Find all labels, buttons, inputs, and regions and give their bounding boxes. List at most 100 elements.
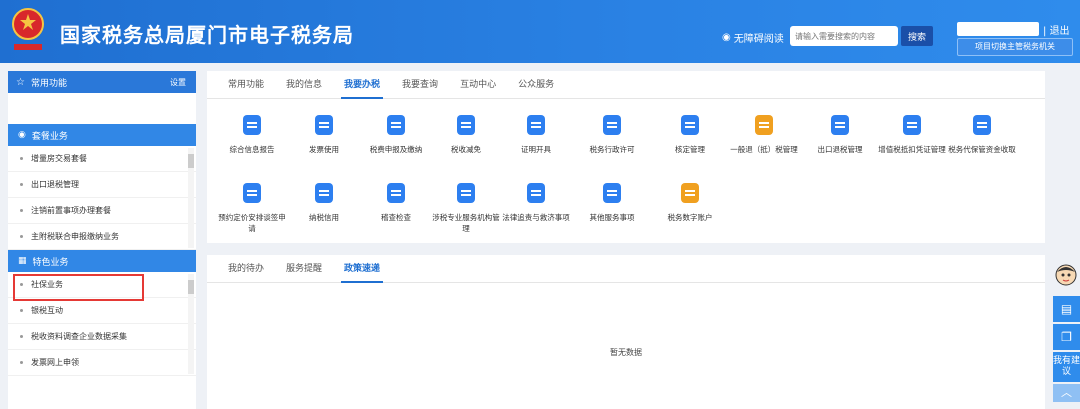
logout-link[interactable]: | 退出 bbox=[1043, 22, 1070, 37]
service-icon bbox=[243, 115, 261, 135]
service-icon bbox=[755, 115, 773, 135]
star-icon: ☆ bbox=[16, 76, 25, 88]
back-to-top-icon[interactable]: ︿ bbox=[1053, 384, 1080, 402]
service-item[interactable]: 增值税抵扣凭证管理 bbox=[875, 113, 949, 155]
service-label: 核定管理 bbox=[675, 145, 705, 154]
tab-todo[interactable]: 我的待办 bbox=[217, 255, 275, 282]
service-label: 税务代保管资金收取 bbox=[948, 145, 1016, 154]
service-item[interactable]: 涉税专业服务机构管理 bbox=[429, 181, 503, 234]
top-tabs: 常用功能 我的信息 我要办税 我要查询 互动中心 公众服务 bbox=[207, 71, 1045, 99]
service-item[interactable]: 预约定价安排谈签申请 bbox=[215, 181, 289, 234]
sidebar-item[interactable]: 出口退税管理 bbox=[8, 172, 196, 198]
service-icon bbox=[315, 115, 333, 135]
service-label: 税费申报及缴纳 bbox=[369, 145, 423, 154]
service-icon bbox=[457, 183, 475, 203]
service-icon bbox=[903, 115, 921, 135]
service-label: 纳税信用 bbox=[309, 213, 339, 222]
sidebar-item-label: 发票网上申领 bbox=[31, 358, 79, 367]
service-item[interactable]: 出口退税管理 bbox=[803, 113, 877, 155]
grid-icon: ▦ bbox=[18, 256, 27, 266]
package-scrollbar[interactable] bbox=[188, 148, 194, 248]
sidebar: ☆ 常用功能 设置 ◉ 套餐业务 增量房交易套餐 出口退税管理 注销前置事项办理… bbox=[8, 71, 196, 409]
service-item[interactable]: 法律追责与救济事项 bbox=[499, 181, 573, 223]
service-item[interactable]: 税务代保管资金收取 bbox=[945, 113, 1019, 155]
service-item[interactable]: 税务数字账户 bbox=[653, 181, 727, 223]
special-section-title: 特色业务 bbox=[32, 257, 69, 268]
service-item[interactable]: 其他服务事项 bbox=[575, 181, 649, 223]
service-label: 发票使用 bbox=[309, 145, 339, 154]
sidebar-item[interactable]: 税收资料调查企业数据采集 bbox=[8, 324, 196, 350]
tab-query[interactable]: 我要查询 bbox=[391, 71, 449, 98]
tab-common[interactable]: 常用功能 bbox=[217, 71, 275, 98]
service-icon bbox=[527, 115, 545, 135]
service-icon bbox=[831, 115, 849, 135]
service-icon bbox=[603, 115, 621, 135]
service-label: 税收减免 bbox=[451, 145, 481, 154]
tax-emblem-icon bbox=[12, 8, 44, 50]
service-item[interactable]: 核定管理 bbox=[653, 113, 727, 155]
service-label: 一般退（抵）税管理 bbox=[730, 145, 798, 154]
service-label: 税务行政许可 bbox=[589, 145, 635, 154]
common-functions-title: 常用功能 bbox=[30, 78, 67, 89]
special-section-header[interactable]: ▦ 特色业务 bbox=[8, 250, 196, 272]
service-icon bbox=[457, 115, 475, 135]
bottom-tabs: 我的待办 服务提醒 政策速递 bbox=[207, 255, 1045, 283]
service-item[interactable]: 综合信息报告 bbox=[215, 113, 289, 155]
sidebar-item[interactable]: 发票网上申领 bbox=[8, 350, 196, 376]
tab-interaction[interactable]: 互动中心 bbox=[449, 71, 507, 98]
tab-policy[interactable]: 政策速递 bbox=[333, 255, 391, 283]
service-icon bbox=[243, 183, 261, 203]
tab-reminder[interactable]: 服务提醒 bbox=[275, 255, 333, 282]
empty-message: 暂无数据 bbox=[610, 348, 642, 357]
notice-panel: 我的待办 服务提醒 政策速递 暂无数据 bbox=[207, 255, 1045, 409]
sidebar-item-label: 增量房交易套餐 bbox=[31, 154, 87, 163]
sidebar-item-label: 主附税联合申报缴纳业务 bbox=[31, 232, 119, 241]
mascot-icon[interactable] bbox=[1053, 262, 1080, 290]
services-panel: 常用功能 我的信息 我要办税 我要查询 互动中心 公众服务 综合信息报告 发票使用… bbox=[207, 71, 1045, 243]
sidebar-item-label: 注销前置事项办理套餐 bbox=[31, 206, 111, 215]
service-item[interactable]: 税费申报及缴纳 bbox=[359, 113, 433, 155]
package-section-header[interactable]: ◉ 套餐业务 bbox=[8, 124, 196, 146]
service-icon bbox=[387, 183, 405, 203]
tab-tax-handling[interactable]: 我要办税 bbox=[333, 71, 391, 99]
tab-my-info[interactable]: 我的信息 bbox=[275, 71, 333, 98]
user-name-field bbox=[957, 22, 1039, 36]
window-icon[interactable]: ❐ bbox=[1053, 324, 1080, 350]
accessibility-label: 无障碍阅读 bbox=[733, 34, 784, 45]
service-item[interactable]: 税务行政许可 bbox=[575, 113, 649, 155]
sidebar-item[interactable]: 增量房交易套餐 bbox=[8, 146, 196, 172]
service-icon bbox=[603, 183, 621, 203]
service-label: 综合信息报告 bbox=[229, 145, 275, 154]
search-input[interactable] bbox=[790, 26, 898, 46]
suggestion-button[interactable]: 我有建议 bbox=[1053, 352, 1080, 382]
sidebar-item[interactable]: 主附税联合申报缴纳业务 bbox=[8, 224, 196, 250]
switch-authority-button[interactable]: 项目切换主管税务机关 bbox=[957, 38, 1073, 56]
service-item[interactable]: 一般退（抵）税管理 bbox=[727, 113, 801, 155]
service-item[interactable]: 发票使用 bbox=[287, 113, 361, 155]
service-item[interactable]: 证明开具 bbox=[499, 113, 573, 155]
header: 国家税务总局厦门市电子税务局 ◉ 无障碍阅读 搜索 | 退出 项目切换主管税务机… bbox=[0, 0, 1080, 63]
settings-link[interactable]: 设置 bbox=[170, 77, 186, 88]
accessibility-link[interactable]: ◉ 无障碍阅读 bbox=[722, 30, 784, 45]
search-button[interactable]: 搜索 bbox=[901, 26, 933, 46]
service-label: 税务数字账户 bbox=[667, 213, 713, 222]
sidebar-item[interactable]: 注销前置事项办理套餐 bbox=[8, 198, 196, 224]
package-list: 增量房交易套餐 出口退税管理 注销前置事项办理套餐 主附税联合申报缴纳业务 bbox=[8, 146, 196, 250]
service-icon bbox=[681, 183, 699, 203]
sidebar-item[interactable]: 银税互动 bbox=[8, 298, 196, 324]
sidebar-item-label: 银税互动 bbox=[31, 306, 63, 315]
service-item[interactable]: 稽查检查 bbox=[359, 181, 433, 223]
service-item[interactable]: 纳税信用 bbox=[287, 181, 361, 223]
right-rail: ▤ ❐ 我有建议 ︿ bbox=[1053, 262, 1080, 402]
tab-public[interactable]: 公众服务 bbox=[507, 71, 565, 98]
service-icon bbox=[527, 183, 545, 203]
site-title: 国家税务总局厦门市电子税务局 bbox=[60, 23, 354, 47]
highlight-box bbox=[13, 274, 144, 301]
special-scrollbar[interactable] bbox=[188, 274, 194, 374]
service-item[interactable]: 税收减免 bbox=[429, 113, 503, 155]
service-label: 其他服务事项 bbox=[589, 213, 635, 222]
document-icon[interactable]: ▤ bbox=[1053, 296, 1080, 322]
common-functions-list bbox=[8, 93, 196, 124]
common-functions-header: ☆ 常用功能 设置 bbox=[8, 71, 196, 93]
service-label: 证明开具 bbox=[521, 145, 551, 154]
